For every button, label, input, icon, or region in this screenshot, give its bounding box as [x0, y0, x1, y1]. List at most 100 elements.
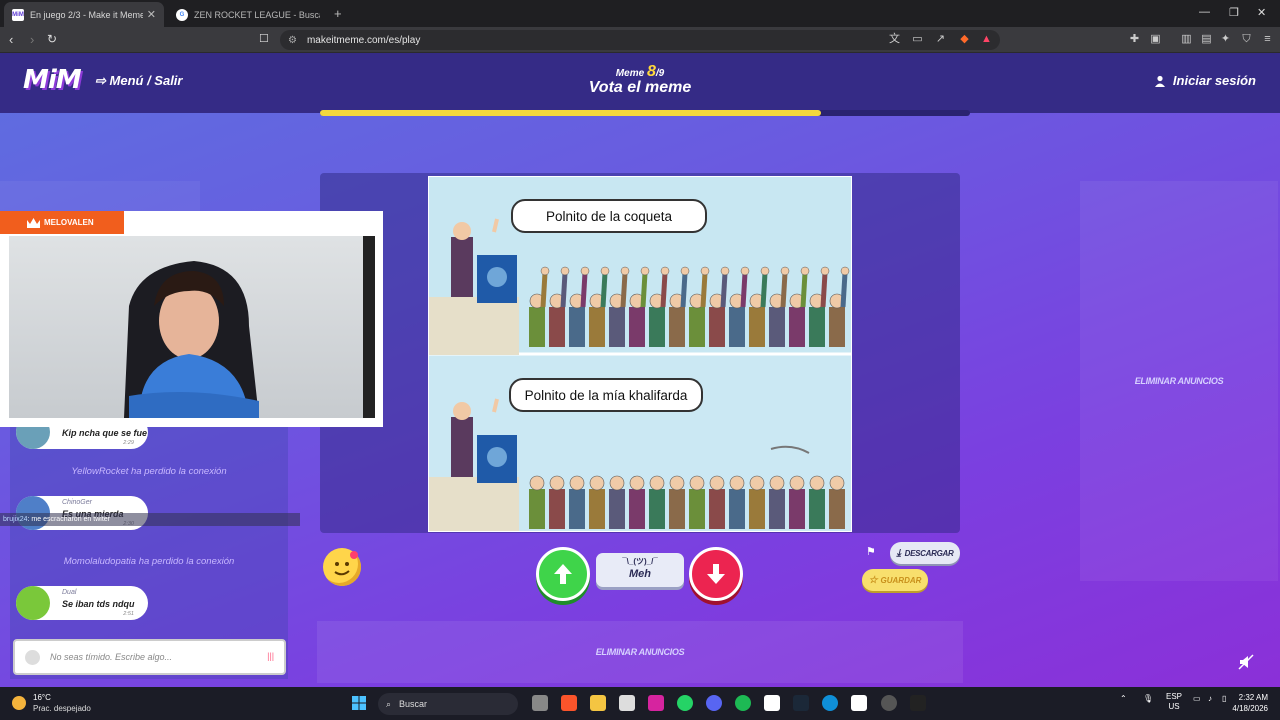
- back-icon[interactable]: ‹: [9, 32, 13, 47]
- browser-tab-bar: MiM En juego 2/3 - Make it Meme ✕ G ZEN …: [0, 0, 1280, 27]
- emoji-reaction-button[interactable]: [323, 548, 361, 586]
- save-label: GUARDAR: [880, 575, 922, 585]
- chat-input-placeholder: No seas tímido. Escribe algo...: [50, 652, 173, 662]
- page-title: Vota el meme: [588, 79, 692, 96]
- instagram-icon[interactable]: [648, 695, 664, 711]
- weather-icon[interactable]: [12, 696, 26, 710]
- upvote-button[interactable]: [536, 547, 590, 601]
- chat-system-message: Momolaludopatia ha perdido la conexión: [63, 556, 235, 567]
- whatsapp-icon[interactable]: [677, 695, 693, 711]
- spotify-icon[interactable]: [735, 695, 751, 711]
- meme-current-number: 8: [646, 63, 656, 80]
- mim-favicon-icon: MiM: [12, 8, 24, 21]
- overlay-message: : me escracharon en twiter: [27, 516, 110, 523]
- notion-icon[interactable]: [764, 695, 780, 711]
- translate-icon[interactable]: 文: [888, 33, 901, 46]
- battery-icon[interactable]: ▯: [1222, 694, 1226, 703]
- bookmark-icon[interactable]: ☐: [259, 32, 269, 45]
- star-icon: ☆: [868, 574, 878, 586]
- vpn-icon[interactable]: ⛉: [1240, 33, 1253, 46]
- overlay-username: brujix24: [3, 516, 28, 523]
- epic-games-icon[interactable]: [910, 695, 926, 711]
- save-button[interactable]: ☆ GUARDAR: [862, 569, 928, 591]
- close-tab-icon[interactable]: ✕: [147, 8, 156, 21]
- report-flag-icon[interactable]: ⚑: [866, 545, 876, 558]
- user-icon: [1154, 75, 1165, 87]
- brave-shield-icon[interactable]: ◆: [958, 33, 971, 46]
- new-tab-icon[interactable]: +: [334, 6, 342, 21]
- download-label: DESCARGAR: [904, 548, 954, 558]
- network-icon[interactable]: ▭: [1193, 694, 1201, 703]
- discord-icon[interactable]: [706, 695, 722, 711]
- volume-icon[interactable]: ♪: [1208, 694, 1212, 703]
- extensions-icon[interactable]: ✚: [1128, 33, 1141, 46]
- menu-icon[interactable]: ≡: [1261, 33, 1274, 46]
- downvote-button[interactable]: [689, 547, 743, 601]
- mute-speaker-icon[interactable]: [1238, 654, 1254, 670]
- file-explorer-icon[interactable]: [590, 695, 606, 711]
- crown-icon: [27, 217, 40, 228]
- leo-ai-icon[interactable]: ✦: [1219, 33, 1232, 46]
- right-ad-slot[interactable]: ELIMINAR ANUNCIOS: [1080, 181, 1278, 581]
- obs-icon[interactable]: [881, 695, 897, 711]
- window-close-icon[interactable]: ✕: [1257, 6, 1266, 19]
- microphone-icon[interactable]: 🎙︎: [1143, 694, 1153, 703]
- google-favicon-icon: G: [176, 8, 188, 21]
- chat-message-time: 2:29: [123, 440, 134, 446]
- sidebar-icon[interactable]: ▥: [1180, 33, 1193, 46]
- mim-logo[interactable]: MiM: [23, 65, 82, 95]
- address-bar-row: ‹ › ↻ ☐ ⚙ makeitmeme.com/es/play 文 ▭ ↗ ◆…: [0, 27, 1280, 53]
- steam-icon[interactable]: [793, 695, 809, 711]
- menu-exit-link[interactable]: ⇨ Menú / Salir: [95, 73, 182, 89]
- game-page: MiM ⇨ Menú / Salir Meme 8/9 Vota el meme…: [0, 53, 1280, 687]
- restore-icon[interactable]: ❐: [1229, 6, 1239, 19]
- windows-start-icon[interactable]: [352, 696, 366, 710]
- chat-message-time: 2:51: [123, 611, 134, 617]
- task-view-icon[interactable]: [532, 695, 548, 711]
- notion-2-icon[interactable]: [851, 695, 867, 711]
- input-language[interactable]: ESP US: [1166, 692, 1182, 712]
- brave-rewards-icon[interactable]: ▲: [980, 33, 993, 46]
- clock-date: 4/18/2026: [1232, 704, 1268, 713]
- wallet-icon[interactable]: ▤: [1200, 33, 1213, 46]
- minimize-icon[interactable]: —: [1199, 6, 1210, 18]
- avatar-icon: [25, 649, 40, 665]
- brave-browser-icon[interactable]: [561, 695, 577, 711]
- tab-make-it-meme[interactable]: MiM En juego 2/3 - Make it Meme ✕: [4, 2, 164, 27]
- tab-search-icon[interactable]: ▣: [1149, 33, 1162, 46]
- tray-overflow-icon[interactable]: ⌃: [1120, 694, 1127, 703]
- tab-google-search[interactable]: G ZEN ROCKET LEAGUE - Buscar con G: [168, 2, 328, 27]
- stream-chat-overlay: brujix24: me escracharon en twiter: [0, 513, 300, 526]
- store-icon[interactable]: [619, 695, 635, 711]
- taskbar-search[interactable]: ⌕ Buscar: [378, 693, 518, 715]
- download-icon: ⤓: [896, 547, 901, 559]
- language-code: ESP: [1166, 692, 1183, 701]
- stream-channel-banner: MELOVALEN: [0, 211, 124, 234]
- bottom-ad-slot[interactable]: ELIMINAR ANUNCIOS: [317, 621, 963, 683]
- round-progress-fill: [320, 110, 821, 116]
- reload-icon[interactable]: ↻: [47, 32, 57, 46]
- search-icon: ⌕: [386, 698, 392, 709]
- webcam-video: [9, 236, 375, 418]
- share-icon[interactable]: ↗: [934, 33, 947, 46]
- system-clock[interactable]: 2:32 AM 4/18/2026: [1232, 692, 1268, 714]
- exit-icon: ⇨: [95, 73, 110, 88]
- site-info-icon[interactable]: ⚙: [288, 35, 297, 46]
- login-button[interactable]: Iniciar sesión: [1154, 73, 1256, 88]
- keyboard-layout: US: [1168, 702, 1180, 711]
- meh-button[interactable]: ¯\_(ツ)_/¯ Meh: [596, 553, 684, 587]
- game-header: MiM ⇨ Menú / Salir Meme 8/9 Vota el meme…: [0, 53, 1280, 113]
- meh-label: Meh: [629, 568, 651, 580]
- remove-ads-label: ELIMINAR ANUNCIOS: [1134, 376, 1224, 386]
- meme-caption-top: Polnito de la coqueta: [511, 199, 707, 233]
- chat-message-text: Se iban tds ndqu: [62, 599, 135, 609]
- cast-icon[interactable]: ▭: [911, 33, 924, 46]
- voice-icon[interactable]: |||: [267, 651, 274, 661]
- remove-ads-label: ELIMINAR ANUNCIOS: [595, 647, 685, 657]
- chat-input[interactable]: No seas tímido. Escribe algo... |||: [13, 639, 286, 675]
- clock-time: 2:32 AM: [1238, 693, 1268, 702]
- forward-icon[interactable]: ›: [30, 32, 34, 47]
- chat-message-text: Kip ncha que se fue: [62, 428, 148, 438]
- download-button[interactable]: ⤓ DESCARGAR: [890, 542, 960, 564]
- edge-icon[interactable]: [822, 695, 838, 711]
